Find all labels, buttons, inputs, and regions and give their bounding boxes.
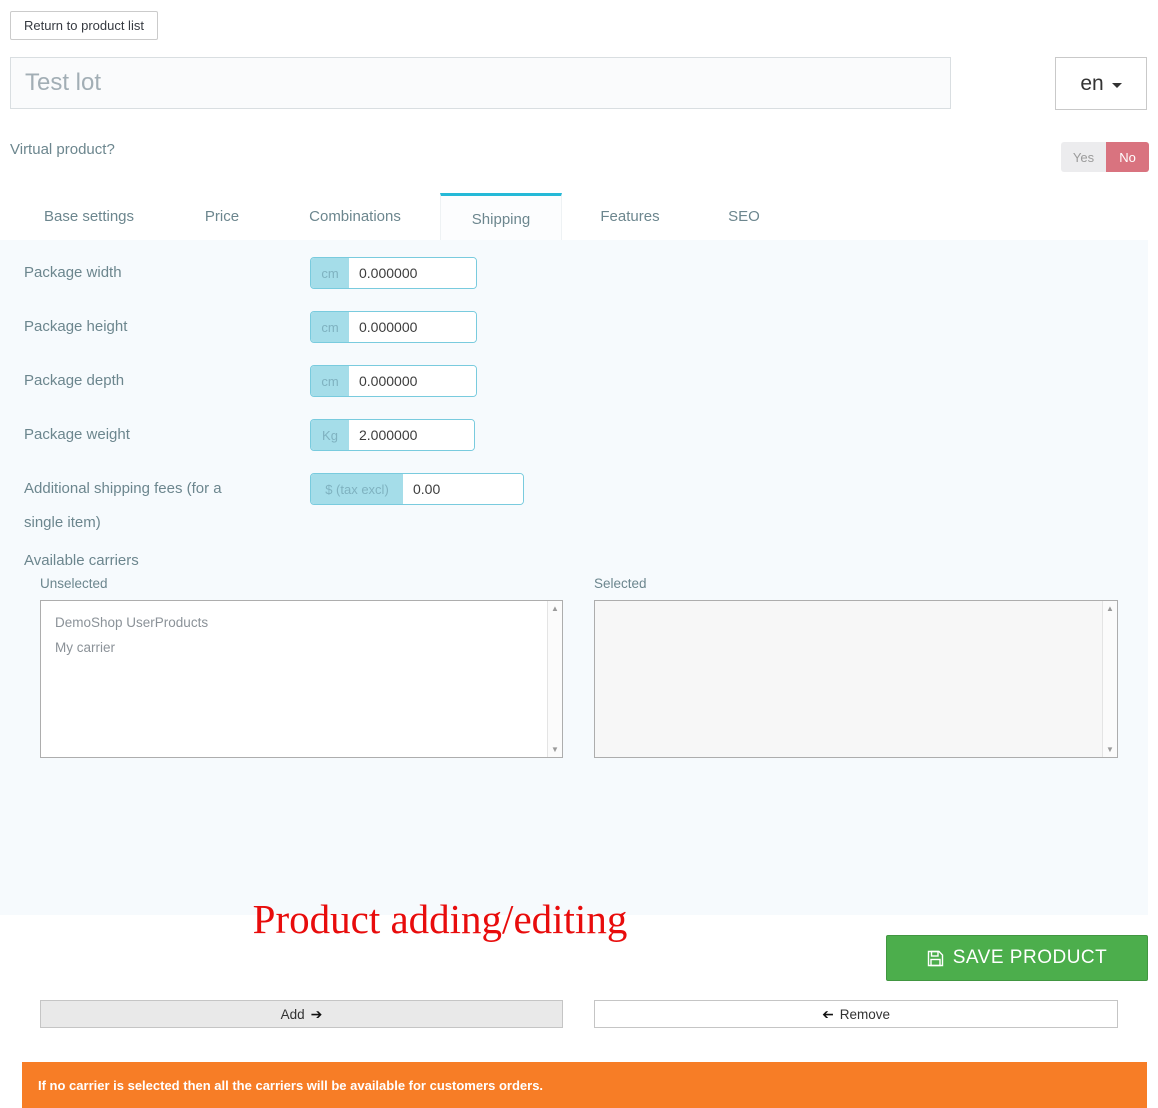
package-depth-input[interactable] <box>349 366 476 396</box>
package-depth-label: Package depth <box>24 372 125 389</box>
remove-carrier-button-label: Remove <box>839 1006 890 1022</box>
selected-carriers-list[interactable]: ▲ ▼ <box>594 600 1118 758</box>
triangle-down-icon[interactable]: ▼ <box>1106 745 1114 754</box>
package-weight-label: Package weight <box>24 426 130 443</box>
unselected-carriers-list[interactable]: DemoShop UserProducts My carrier ▲ ▼ <box>40 600 563 758</box>
virtual-product-toggle[interactable]: Yes No <box>1061 142 1149 172</box>
tab-seo[interactable]: SEO <box>698 193 790 240</box>
carrier-list-item[interactable]: DemoShop UserProducts <box>55 610 547 635</box>
package-height-input[interactable] <box>349 312 476 342</box>
unit-badge: cm <box>311 312 349 342</box>
unit-badge: cm <box>311 366 349 396</box>
package-height-label: Package height <box>24 318 128 335</box>
add-carrier-button-label: Add <box>280 1006 305 1022</box>
package-weight-row: Package weight Kg <box>24 419 475 452</box>
tab-features[interactable]: Features <box>582 193 678 240</box>
unselected-carriers-label: Unselected <box>40 576 108 591</box>
tab-shipping[interactable]: Shipping <box>440 193 562 240</box>
toggle-yes-option[interactable]: Yes <box>1061 142 1106 172</box>
package-width-row: Package width cm <box>24 257 477 290</box>
language-dropdown-label: en <box>1080 71 1104 95</box>
product-name-input[interactable] <box>10 57 951 109</box>
product-tabs: Base settings Price Combinations Shippin… <box>0 193 1158 240</box>
scrollbar[interactable]: ▲ ▼ <box>1102 601 1117 757</box>
arrow-left-icon: ➔ <box>821 1005 834 1022</box>
product-edit-page: { "header": { "return_button": "Return t… <box>0 0 1158 1108</box>
shipping-panel: Package width cm Package height cm Packa… <box>0 240 1148 1108</box>
package-width-input[interactable] <box>349 258 476 288</box>
selected-carriers-label: Selected <box>594 576 647 591</box>
floppy-disk-icon <box>927 950 943 966</box>
package-height-input-group: cm <box>310 311 477 343</box>
package-weight-input-group: Kg <box>310 419 475 451</box>
tab-base-settings[interactable]: Base settings <box>20 193 158 240</box>
language-dropdown[interactable]: en <box>1055 57 1147 110</box>
shipping-fees-input[interactable] <box>403 474 523 504</box>
scrollbar[interactable]: ▲ ▼ <box>547 601 562 757</box>
available-carriers-label: Available carriers <box>24 552 139 569</box>
arrow-right-icon: ➔ <box>310 1005 323 1022</box>
package-weight-input[interactable] <box>349 420 474 450</box>
watermark-title: Product adding/editing <box>252 896 628 942</box>
remove-carrier-button[interactable]: ➔ Remove <box>594 1000 1118 1028</box>
triangle-down-icon[interactable]: ▼ <box>551 745 559 754</box>
tab-price[interactable]: Price <box>178 193 266 240</box>
unit-badge: Kg <box>311 420 349 450</box>
package-depth-input-group: cm <box>310 365 477 397</box>
package-width-input-group: cm <box>310 257 477 289</box>
carrier-list-item[interactable]: My carrier <box>55 635 547 660</box>
package-height-row: Package height cm <box>24 311 477 344</box>
package-depth-row: Package depth cm <box>24 365 477 398</box>
caret-down-icon <box>1111 82 1122 88</box>
triangle-up-icon[interactable]: ▲ <box>1106 604 1114 613</box>
return-to-product-list-button[interactable]: Return to product list <box>10 11 158 40</box>
shipping-fees-label: Additional shipping fees (for a single i… <box>24 480 222 531</box>
save-product-button-label: SAVE PRODUCT <box>952 947 1108 968</box>
save-product-button[interactable]: SAVE PRODUCT <box>886 935 1148 981</box>
triangle-up-icon[interactable]: ▲ <box>551 604 559 613</box>
shipping-fees-input-group: $ (tax excl) <box>310 473 524 505</box>
shipping-fees-row: Additional shipping fees (for a single i… <box>24 473 524 540</box>
tab-combinations[interactable]: Combinations <box>286 193 424 240</box>
package-width-label: Package width <box>24 264 122 281</box>
toggle-no-option[interactable]: No <box>1106 142 1149 172</box>
add-carrier-button[interactable]: Add ➔ <box>40 1000 563 1028</box>
carrier-warning-banner: If no carrier is selected then all the c… <box>22 1062 1147 1108</box>
currency-badge: $ (tax excl) <box>311 474 403 504</box>
virtual-product-label: Virtual product? <box>10 141 115 158</box>
unit-badge: cm <box>311 258 349 288</box>
